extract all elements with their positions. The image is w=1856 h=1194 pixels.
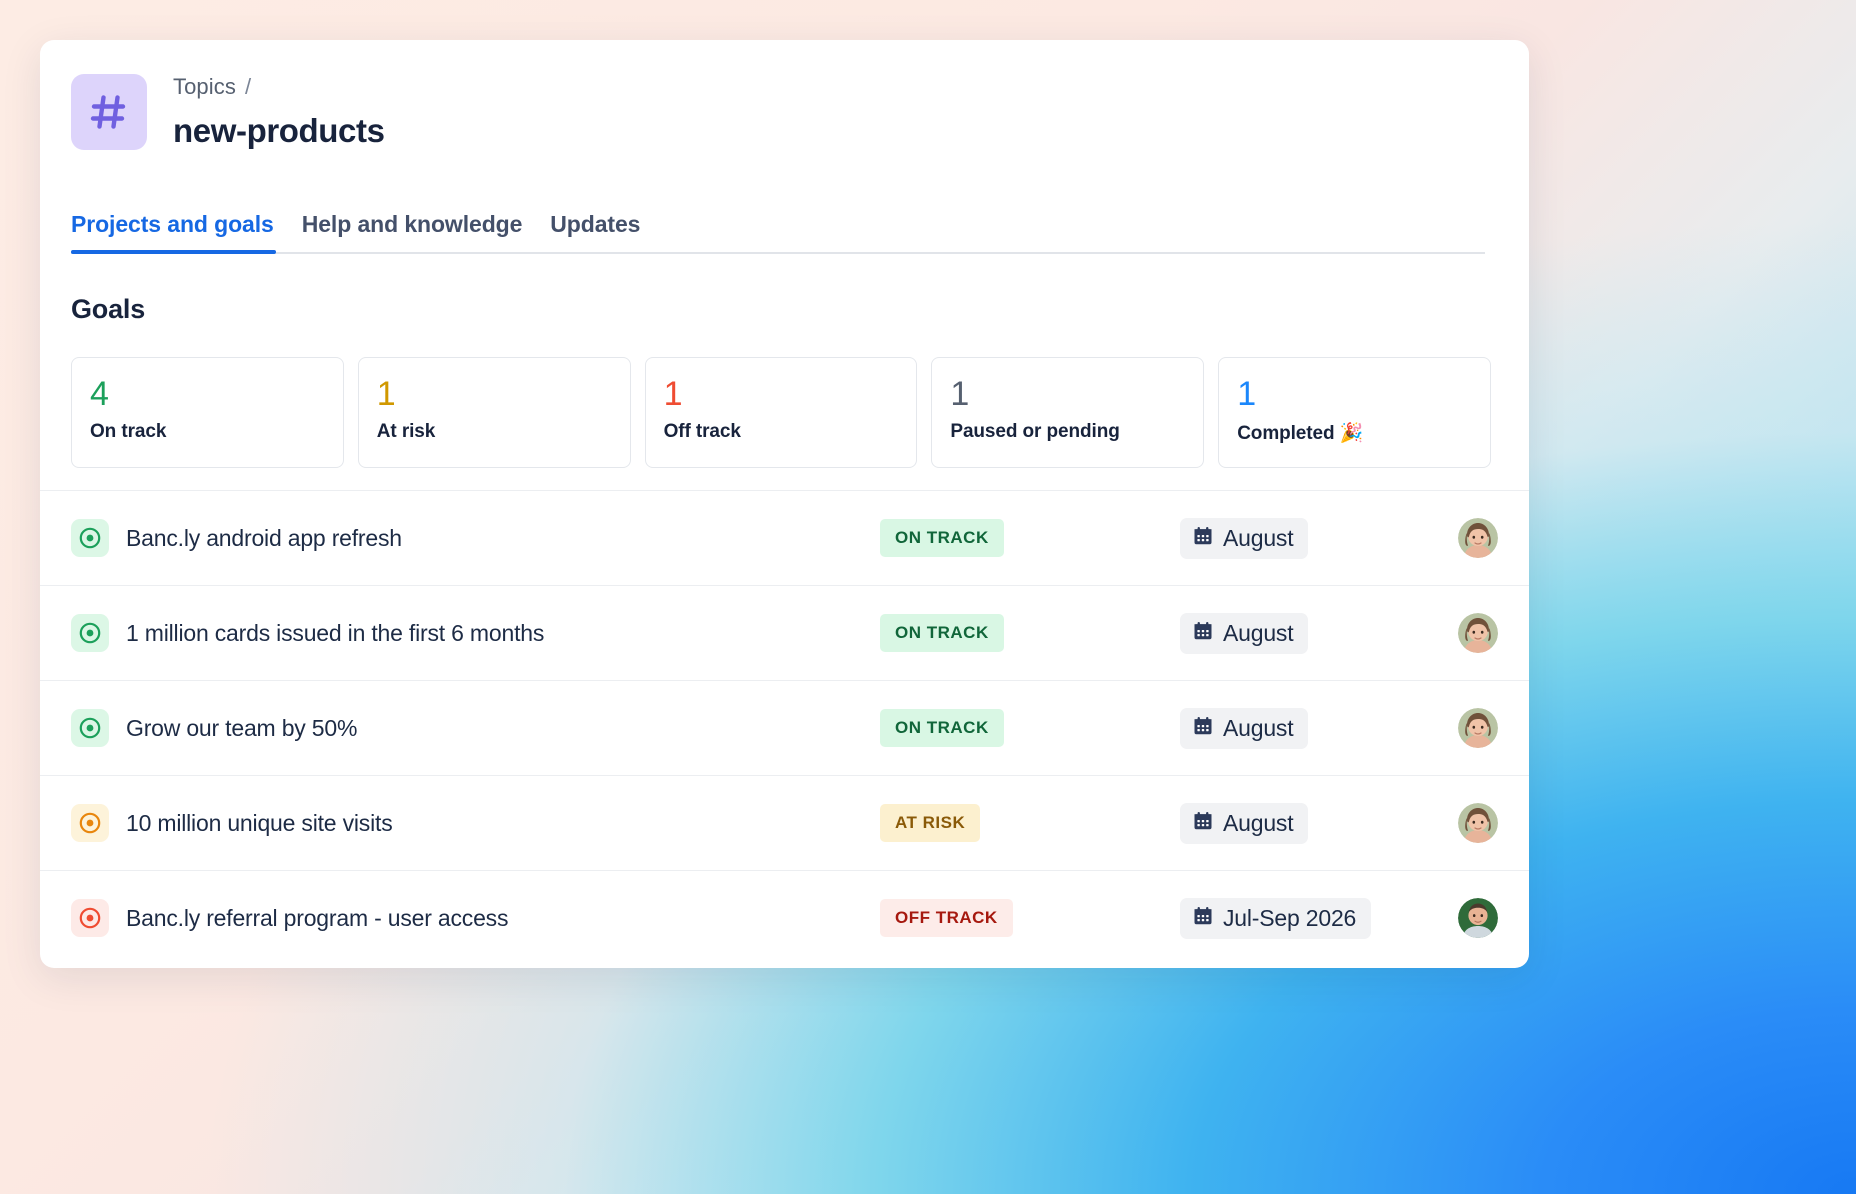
stat-value: 1 <box>377 375 630 413</box>
tab-help-and-knowledge[interactable]: Help and knowledge <box>288 211 537 252</box>
stat-label: On track <box>90 421 343 443</box>
calendar-icon <box>1193 810 1213 837</box>
avatar[interactable] <box>1458 708 1498 748</box>
stat-label: Completed 🎉 <box>1237 421 1490 445</box>
target-icon <box>71 709 109 747</box>
tab-active-indicator <box>71 250 276 254</box>
date-label: August <box>1223 810 1293 837</box>
date-chip[interactable]: August <box>1180 708 1308 749</box>
goals-section-title: Goals <box>71 294 1529 325</box>
tab-list: Projects and goals Help and knowledge Up… <box>71 211 1485 252</box>
table-row[interactable]: Banc.ly android app refresh ON TRACK Aug… <box>40 490 1529 585</box>
page-header: Topics / new-products <box>40 40 1529 152</box>
date-label: August <box>1223 620 1293 647</box>
breadcrumb: Topics / <box>173 72 385 102</box>
goal-status-cell: ON TRACK <box>880 709 1180 747</box>
stat-label: Off track <box>664 421 917 443</box>
table-row[interactable]: 10 million unique site visits AT RISK Au… <box>40 775 1529 870</box>
stat-value: 1 <box>950 375 1203 413</box>
date-label: August <box>1223 525 1293 552</box>
calendar-icon <box>1193 525 1213 552</box>
goal-name: Banc.ly referral program - user access <box>126 905 880 932</box>
avatar[interactable] <box>1458 803 1498 843</box>
stat-card-off-track[interactable]: 1 Off track <box>645 357 918 468</box>
goal-name: Banc.ly android app refresh <box>126 525 880 552</box>
tab-projects-and-goals[interactable]: Projects and goals <box>71 211 288 252</box>
main-card: Topics / new-products Projects and goals … <box>40 40 1529 968</box>
tab-bar: Projects and goals Help and knowledge Up… <box>71 211 1485 254</box>
goal-date-cell: August <box>1180 613 1450 654</box>
table-row[interactable]: 1 million cards issued in the first 6 mo… <box>40 585 1529 680</box>
header-text: Topics / new-products <box>173 70 385 152</box>
goal-owner-cell <box>1450 613 1498 653</box>
date-chip[interactable]: August <box>1180 803 1308 844</box>
table-row[interactable]: Grow our team by 50% ON TRACK August <box>40 680 1529 775</box>
goal-date-cell: August <box>1180 708 1450 749</box>
goal-name: 10 million unique site visits <box>126 810 880 837</box>
target-icon <box>71 899 109 937</box>
target-icon <box>71 804 109 842</box>
stat-label: Paused or pending <box>950 421 1203 443</box>
date-chip[interactable]: August <box>1180 613 1308 654</box>
date-chip[interactable]: August <box>1180 518 1308 559</box>
goal-list: Banc.ly android app refresh ON TRACK Aug… <box>40 490 1529 965</box>
goal-status-cell: AT RISK <box>880 804 1180 842</box>
stat-card-at-risk[interactable]: 1 At risk <box>358 357 631 468</box>
goal-status-cell: ON TRACK <box>880 614 1180 652</box>
goal-owner-cell <box>1450 708 1498 748</box>
stat-value: 1 <box>1237 375 1490 413</box>
hash-icon <box>71 74 147 150</box>
goal-stat-cards: 4 On track 1 At risk 1 Off track 1 Pause… <box>71 357 1491 468</box>
stat-value: 4 <box>90 375 343 413</box>
breadcrumb-topics-link[interactable]: Topics <box>173 74 236 99</box>
goal-date-cell: Jul-Sep 2026 <box>1180 898 1450 939</box>
status-badge: ON TRACK <box>880 614 1004 652</box>
stat-card-on-track[interactable]: 4 On track <box>71 357 344 468</box>
status-badge: ON TRACK <box>880 709 1004 747</box>
stat-card-completed[interactable]: 1 Completed 🎉 <box>1218 357 1491 468</box>
tab-bar-rule <box>71 252 1485 254</box>
target-icon <box>71 614 109 652</box>
stat-card-paused-or-pending[interactable]: 1 Paused or pending <box>931 357 1204 468</box>
avatar[interactable] <box>1458 518 1498 558</box>
stat-label: At risk <box>377 421 630 443</box>
calendar-icon <box>1193 620 1213 647</box>
goal-owner-cell <box>1450 803 1498 843</box>
avatar[interactable] <box>1458 898 1498 938</box>
goal-date-cell: August <box>1180 518 1450 559</box>
date-label: August <box>1223 715 1293 742</box>
avatar[interactable] <box>1458 613 1498 653</box>
calendar-icon <box>1193 905 1213 932</box>
status-badge: AT RISK <box>880 804 980 842</box>
goal-owner-cell <box>1450 898 1498 938</box>
target-icon <box>71 519 109 557</box>
status-badge: OFF TRACK <box>880 899 1013 937</box>
date-chip[interactable]: Jul-Sep 2026 <box>1180 898 1371 939</box>
goal-name: Grow our team by 50% <box>126 715 880 742</box>
stat-value: 1 <box>664 375 917 413</box>
page-title: new-products <box>173 110 385 152</box>
table-row[interactable]: Banc.ly referral program - user access O… <box>40 870 1529 965</box>
calendar-icon <box>1193 715 1213 742</box>
goal-name: 1 million cards issued in the first 6 mo… <box>126 620 880 647</box>
goal-status-cell: OFF TRACK <box>880 899 1180 937</box>
date-label: Jul-Sep 2026 <box>1223 905 1356 932</box>
goal-date-cell: August <box>1180 803 1450 844</box>
goal-owner-cell <box>1450 518 1498 558</box>
goal-status-cell: ON TRACK <box>880 519 1180 557</box>
breadcrumb-separator: / <box>245 74 251 99</box>
status-badge: ON TRACK <box>880 519 1004 557</box>
tab-updates[interactable]: Updates <box>536 211 654 252</box>
